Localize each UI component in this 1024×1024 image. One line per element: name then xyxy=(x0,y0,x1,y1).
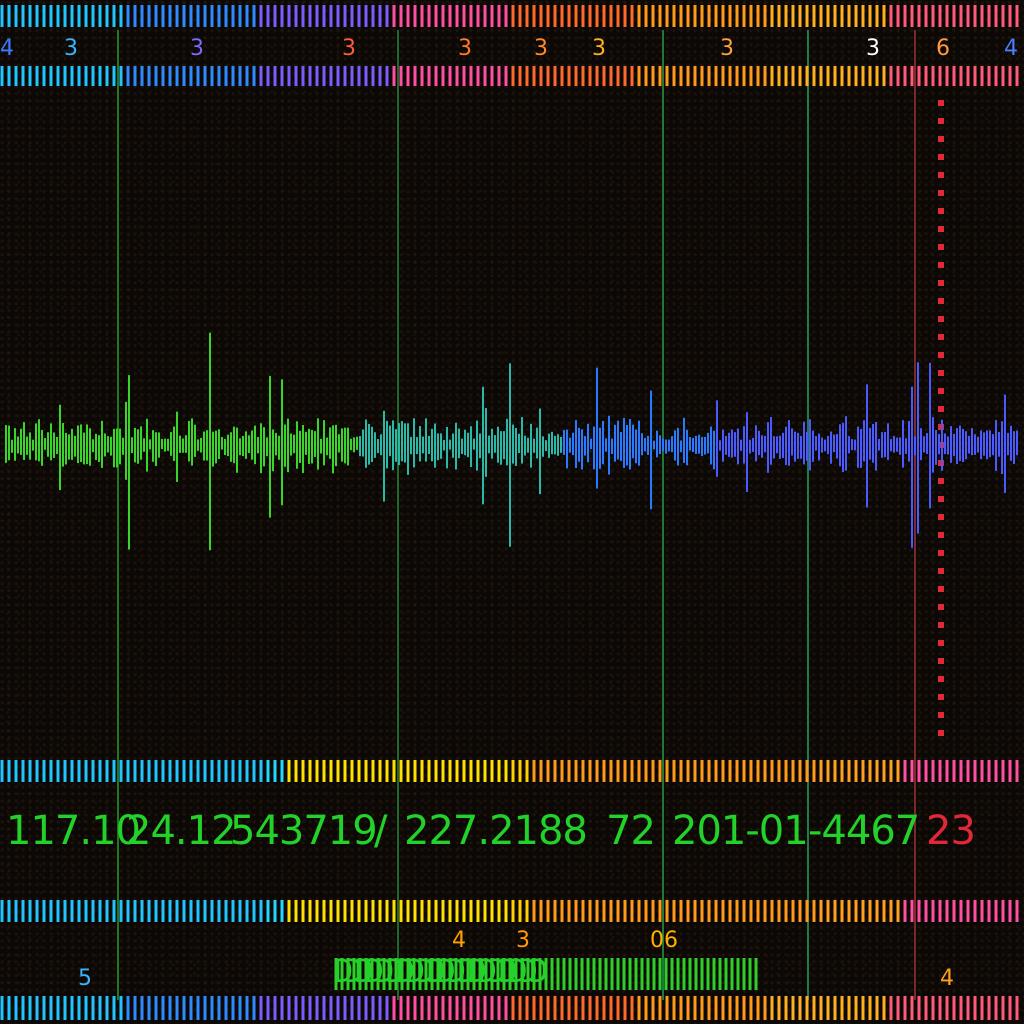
top-digit: 3 xyxy=(190,36,204,61)
readout-value: 23 xyxy=(926,808,976,854)
lower-digit: 3 xyxy=(516,928,530,953)
bottom-tick-row xyxy=(0,996,1019,1020)
top-digit: 3 xyxy=(866,36,880,61)
top-digit: 3 xyxy=(534,36,548,61)
readout-value: / xyxy=(374,808,388,854)
readout-value: 72 xyxy=(606,808,656,854)
top-digit: 6 xyxy=(936,36,950,61)
top-tick-row xyxy=(0,5,1019,27)
readout-value: 543719 xyxy=(230,808,378,854)
readout-value: 117.10 xyxy=(6,808,141,854)
oscilloscope-display: 4 3 3 3 3 3 3 3 3 6 4 117.10 24.12 54371… xyxy=(0,0,1024,1024)
top-digit: 4 xyxy=(1004,36,1018,61)
bottom-code-strip: DDDDDDDDDDDDDDDDDDDD xyxy=(334,952,548,990)
top-digit: 4 xyxy=(0,36,14,61)
top-digit: 3 xyxy=(64,36,78,61)
middle-tick-row xyxy=(0,760,1019,782)
top-digit: 3 xyxy=(720,36,734,61)
readout-value: 201-01 xyxy=(672,808,809,854)
upper-tick-row xyxy=(0,66,1019,86)
lower-tick-row xyxy=(0,900,1019,922)
bottom-left-digit: 5 xyxy=(78,966,92,991)
lower-digit: 4 xyxy=(452,928,466,953)
tick-rows xyxy=(0,5,1019,1020)
top-digit: 3 xyxy=(592,36,606,61)
bottom-right-digit: 4 xyxy=(940,966,954,991)
readout-value: 24.12 xyxy=(126,808,237,854)
readout-value: -4467 xyxy=(808,808,920,854)
lower-digit: 06 xyxy=(650,928,678,953)
readout-value: 227.2188 xyxy=(404,808,588,854)
top-digit: 3 xyxy=(458,36,472,61)
top-digit: 3 xyxy=(342,36,356,61)
